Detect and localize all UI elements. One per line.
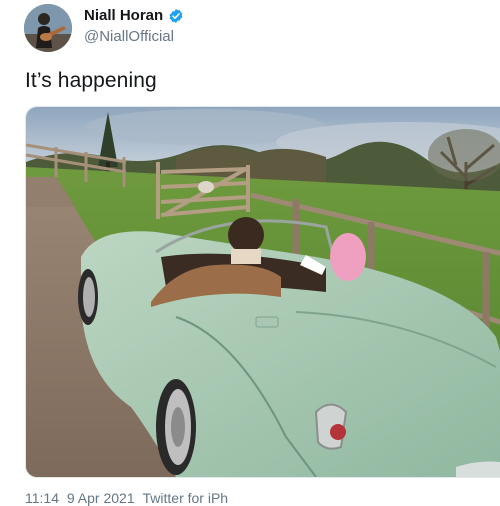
- author-name-row: Niall Horan: [84, 7, 184, 24]
- author-handle[interactable]: @NiallOfficial: [84, 28, 174, 45]
- author-display-name[interactable]: Niall Horan: [84, 7, 163, 24]
- verified-badge-icon: [168, 8, 184, 24]
- author-avatar[interactable]: [24, 4, 72, 52]
- photo-illustration: [26, 107, 500, 477]
- tweet-meta: 11:14 9 Apr 2021 Twitter for iPh: [25, 490, 232, 506]
- tweet-source[interactable]: Twitter for iPh: [143, 490, 229, 506]
- tweet-text: It’s happening: [25, 69, 157, 92]
- tweet-time[interactable]: 11:14: [25, 490, 63, 506]
- tweet-photo[interactable]: [25, 106, 500, 478]
- tweet-date[interactable]: 9 Apr 2021: [67, 490, 139, 506]
- avatar-photo: [24, 4, 72, 52]
- tweet-card: Niall Horan @NiallOfficial It’s happenin…: [0, 0, 500, 506]
